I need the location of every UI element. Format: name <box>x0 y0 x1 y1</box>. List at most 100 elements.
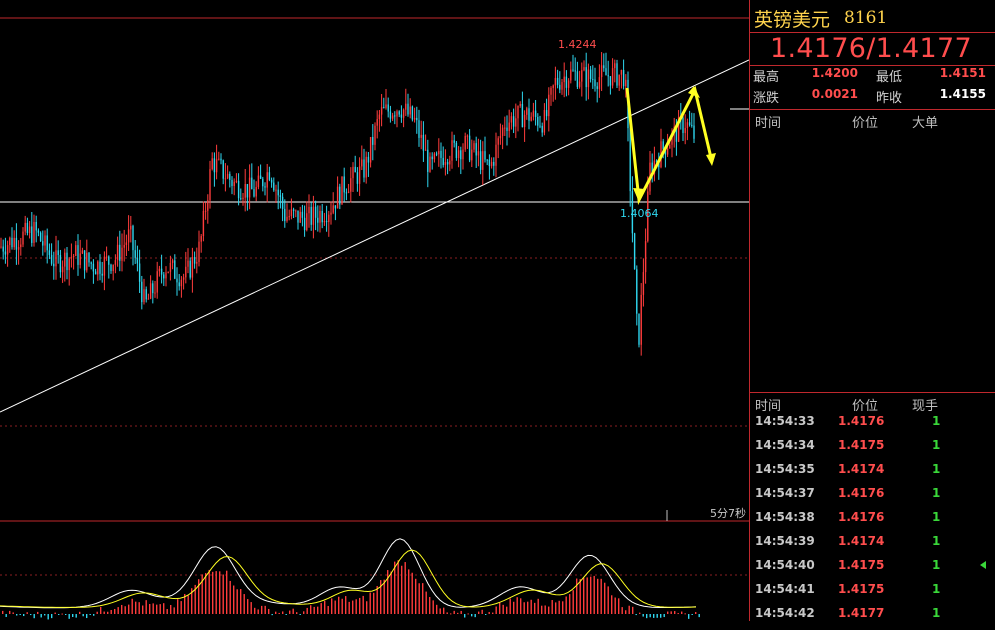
candle-body <box>411 106 414 120</box>
indicator-panel <box>0 538 700 620</box>
candle-body <box>68 258 70 271</box>
histogram-bar <box>527 601 529 614</box>
histogram-bar <box>250 602 252 614</box>
histogram-bar <box>418 583 420 614</box>
histogram-bar <box>187 595 189 614</box>
histogram-bar <box>642 614 644 617</box>
candle-body <box>297 210 299 223</box>
candle-body <box>83 250 86 271</box>
histogram-bar <box>422 583 424 614</box>
candle-body <box>213 158 216 173</box>
candle-body <box>490 161 493 167</box>
candle-body <box>501 127 504 137</box>
candle-body <box>622 69 625 87</box>
candle-body <box>136 257 139 264</box>
histogram-bar <box>604 582 606 614</box>
candle-body <box>638 313 640 345</box>
arrow-left-icon[interactable] <box>980 561 986 569</box>
candle-body <box>589 69 592 79</box>
histogram-bar <box>663 614 665 618</box>
quote-panel: 英镑美元 8161 1.4176/1.4177 最高 1.4200 最低 1.4… <box>749 0 995 621</box>
tick-row: 14:54:39 1.4174 1 <box>755 534 941 548</box>
candle-body <box>189 260 191 278</box>
histogram-bar <box>688 614 690 619</box>
divider <box>750 109 995 110</box>
histogram-bar <box>170 605 172 614</box>
candle-body <box>204 210 207 212</box>
candle-body <box>101 273 103 276</box>
tick-row: 14:54:35 1.4174 1 <box>755 462 941 476</box>
candle-body <box>523 114 526 128</box>
candle-body <box>22 231 24 245</box>
histogram-bar <box>159 604 161 614</box>
histogram-bar <box>541 605 543 614</box>
candle-body <box>90 262 92 264</box>
candle-body <box>4 251 7 255</box>
histogram-bar <box>677 613 679 615</box>
candle-body <box>561 82 563 90</box>
candle-body <box>530 116 532 121</box>
histogram-bar <box>68 614 70 619</box>
candle-body <box>433 153 436 160</box>
candle-body <box>449 160 451 165</box>
candle-body <box>391 115 394 119</box>
candle-body <box>182 277 185 280</box>
candle-body <box>435 153 438 155</box>
candle-body <box>352 166 354 179</box>
histogram-bar <box>142 605 144 614</box>
candle-body <box>165 272 167 279</box>
candle-body <box>350 178 352 192</box>
price-chart[interactable]: 1.4244 1.4064 <box>0 0 749 621</box>
high-value: 1.4200 <box>811 66 858 80</box>
candle-body <box>44 235 46 246</box>
histogram-bar <box>23 614 25 617</box>
candle-body <box>42 241 44 246</box>
candle-body <box>57 250 59 256</box>
histogram-bar <box>205 573 207 614</box>
candle-body <box>341 176 343 205</box>
high-label: 1.4244 <box>558 38 597 51</box>
histogram-bar <box>149 603 151 614</box>
candle-body <box>600 65 603 78</box>
histogram-bar <box>310 605 312 614</box>
candle-body <box>187 260 189 267</box>
histogram-bar <box>152 603 154 614</box>
candle-body <box>389 111 392 119</box>
candle-body <box>105 256 108 258</box>
histogram-bar <box>16 614 18 616</box>
prev-close-value: 1.4155 <box>939 87 986 101</box>
candle-body <box>275 189 277 191</box>
histogram-bar <box>345 596 347 614</box>
candle-body <box>314 206 317 218</box>
candle-body <box>596 86 598 89</box>
candle-body <box>317 217 319 223</box>
col-big-order: 大单 <box>912 116 939 131</box>
histogram-bar <box>219 571 221 614</box>
candle-body <box>574 70 576 72</box>
candle-body <box>28 226 31 233</box>
histogram-bar <box>9 610 11 614</box>
histogram-bar <box>383 579 385 614</box>
candle-body <box>290 209 293 217</box>
candle-body <box>369 136 372 163</box>
candle-body <box>528 108 530 121</box>
histogram-bar <box>124 606 126 614</box>
change-value: 0.0021 <box>811 87 858 101</box>
candle-body <box>92 263 95 272</box>
candle-body <box>306 213 308 231</box>
candle-body <box>451 140 453 161</box>
candle-body <box>88 252 90 263</box>
candle-body <box>94 271 97 275</box>
candle-body <box>576 71 579 87</box>
candle-body <box>367 156 370 163</box>
candle-body <box>442 157 444 166</box>
candle-body <box>141 281 143 303</box>
candle-body <box>46 235 48 251</box>
candle-body <box>343 176 345 193</box>
histogram-bar <box>75 614 77 618</box>
candle-body <box>587 69 590 88</box>
tick-row: 14:54:38 1.4176 1 <box>755 510 941 524</box>
candle-body <box>242 197 244 199</box>
histogram-bar <box>621 607 623 614</box>
candle-body <box>666 148 669 155</box>
